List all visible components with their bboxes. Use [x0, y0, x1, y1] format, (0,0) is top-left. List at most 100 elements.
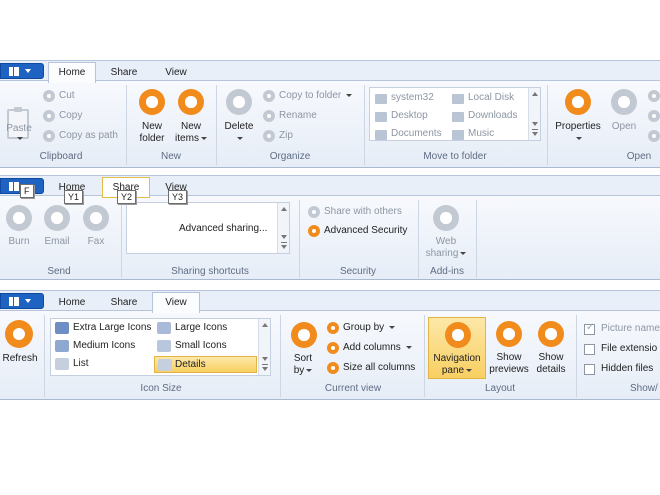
properties-button[interactable]: Properties	[552, 121, 604, 145]
copy-to-icon	[263, 90, 275, 102]
group-separator	[424, 315, 425, 397]
copy-icon	[43, 110, 55, 122]
keytip-share: Y2	[117, 190, 137, 204]
add-columns-button[interactable]: Add columns	[343, 342, 412, 353]
new-folder-label-2: folder	[139, 133, 165, 144]
gallery-scrollbar[interactable]	[528, 88, 540, 140]
scroll-up-icon	[262, 323, 268, 327]
show-details-button[interactable]: Show details	[531, 352, 571, 376]
rename-button[interactable]: Rename	[279, 110, 317, 121]
ribbon-body: Refresh Extra Large Icons Medium Icons L…	[0, 310, 660, 400]
properties-icon	[565, 89, 591, 115]
fax-icon	[83, 205, 109, 231]
move-to-music[interactable]: Music	[468, 128, 494, 139]
show-previews-label-1: Show	[496, 352, 522, 363]
group-label-organize: Organize	[269, 151, 311, 162]
group-label-addins: Add-ins	[430, 266, 464, 277]
hidden-files-label: Hidden files	[601, 363, 654, 374]
zip-button[interactable]: Zip	[279, 130, 293, 141]
hidden-files-checkbox[interactable]	[584, 364, 595, 375]
cut-button[interactable]: Cut	[59, 90, 75, 101]
advanced-security-button[interactable]: Advanced Security	[324, 225, 407, 236]
gallery-scrollbar[interactable]	[258, 319, 270, 375]
navigation-pane-button[interactable]: Navigation pane	[428, 317, 486, 379]
group-separator	[126, 85, 127, 165]
group-label-clipboard: Clipboard	[39, 151, 83, 162]
copy-button[interactable]: Copy	[59, 110, 82, 121]
web-sharing-button[interactable]: Web sharing	[422, 236, 470, 260]
sort-by-button[interactable]: Sort by	[284, 353, 322, 377]
navigation-pane-label: Navigation pane	[429, 353, 485, 377]
group-by-button[interactable]: Group by	[343, 322, 395, 333]
history-icon	[648, 110, 660, 122]
size-all-columns-button[interactable]: Size all columns	[343, 362, 415, 373]
tab-home[interactable]: Home	[48, 62, 96, 83]
show-previews-icon	[496, 321, 522, 347]
picture-names-checkbox[interactable]	[584, 322, 595, 335]
zip-icon	[263, 130, 275, 142]
extra-large-icons-option[interactable]: Extra Large Icons	[73, 322, 151, 333]
show-details-icon	[538, 321, 564, 347]
music-icon	[452, 130, 464, 140]
navigation-pane-label-1: Navigation	[433, 353, 481, 364]
refresh-button[interactable]: Refresh	[0, 353, 40, 365]
disk-icon	[452, 94, 464, 104]
move-to-desktop[interactable]: Desktop	[391, 110, 428, 121]
new-items-button[interactable]: New items	[171, 121, 211, 145]
web-sharing-label-2: sharing	[425, 248, 459, 259]
group-label-move-to: Move to folder	[423, 151, 487, 162]
copy-to-folder-button[interactable]: Copy to folder	[279, 90, 353, 101]
group-label-show-hide: Show/	[630, 383, 658, 394]
move-to-gallery: system32 Desktop Documents Local Disk Do…	[369, 87, 541, 141]
email-button[interactable]: Email	[38, 236, 76, 248]
group-label-send: Send	[47, 266, 71, 277]
add-columns-icon	[327, 342, 339, 354]
show-previews-button[interactable]: Show previews	[488, 352, 530, 376]
move-to-local-disk[interactable]: Local Disk	[468, 92, 514, 103]
expand-gallery-icon	[262, 364, 268, 371]
open-icon	[611, 89, 637, 115]
chevron-down-icon	[306, 368, 313, 372]
chevron-down-icon	[200, 136, 207, 140]
list-option[interactable]: List	[73, 358, 89, 369]
large-icons-option[interactable]: Large Icons	[175, 322, 227, 333]
details-option[interactable]: Details	[154, 356, 257, 373]
show-previews-label-2: previews	[489, 364, 529, 375]
open-button[interactable]: Open	[604, 121, 644, 133]
downloads-icon	[452, 112, 464, 122]
paste-dropdown-icon	[0, 133, 38, 145]
small-icons-option[interactable]: Small Icons	[175, 340, 227, 351]
file-extensions-checkbox[interactable]	[584, 344, 595, 355]
delete-button[interactable]: Delete	[220, 121, 258, 145]
scroll-up-icon	[532, 92, 538, 96]
new-folder-label-1: New	[141, 121, 162, 132]
share-with-others-button[interactable]: Share with others	[324, 206, 402, 217]
new-folder-button[interactable]: New folder	[132, 121, 172, 145]
ribbon-tab-bar: Home Share View	[0, 60, 660, 83]
move-to-documents[interactable]: Documents	[391, 128, 442, 139]
group-separator	[576, 315, 577, 397]
folder-icon	[375, 94, 387, 104]
group-separator	[216, 85, 217, 165]
windows-icon	[9, 297, 19, 306]
file-menu-button[interactable]	[0, 63, 44, 79]
ribbon-body: Paste Cut Copy Copy as path Clipboard Ne…	[0, 80, 660, 168]
new-items-icon	[178, 89, 204, 115]
group-label-open: Open	[626, 151, 652, 162]
move-to-downloads[interactable]: Downloads	[468, 110, 517, 121]
group-label-layout: Layout	[484, 383, 516, 394]
move-to-system32[interactable]: system32	[391, 92, 434, 103]
advanced-sharing-button[interactable]: Advanced sharing...	[179, 223, 267, 234]
chevron-down-icon	[388, 325, 395, 329]
share-with-others-icon	[308, 206, 320, 218]
show-details-label-2: details	[536, 364, 566, 375]
tab-view[interactable]: View	[152, 292, 200, 313]
group-separator	[418, 200, 419, 278]
copy-as-path-button[interactable]: Copy as path	[59, 130, 118, 141]
burn-button[interactable]: Burn	[0, 236, 38, 248]
gallery-scrollbar[interactable]	[277, 203, 289, 253]
group-label-security: Security	[339, 266, 377, 277]
medium-icons-option[interactable]: Medium Icons	[73, 340, 135, 351]
fax-button[interactable]: Fax	[77, 236, 115, 248]
file-menu-button[interactable]	[0, 293, 44, 309]
